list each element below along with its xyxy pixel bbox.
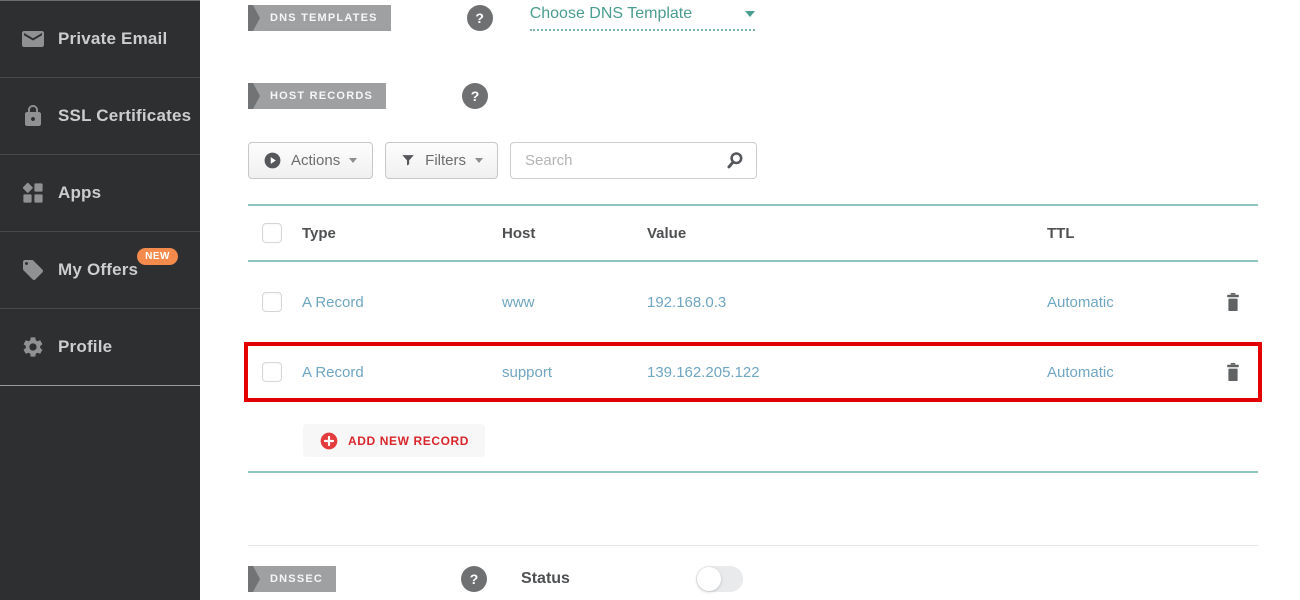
column-header-type: Type xyxy=(302,225,502,242)
record-value[interactable]: 139.162.205.122 xyxy=(647,364,1047,381)
record-value[interactable]: 192.168.0.3 xyxy=(647,294,1047,311)
sidebar-item-label: Apps xyxy=(58,183,101,203)
sidebar-item-label: Profile xyxy=(58,337,112,357)
plus-circle-icon xyxy=(319,431,339,451)
host-records-section-header: HOST RECORDS ? xyxy=(248,83,1258,109)
filters-button-label: Filters xyxy=(425,152,466,169)
chevron-down-icon xyxy=(475,158,483,163)
help-icon[interactable]: ? xyxy=(467,5,493,31)
sidebar-item-label: SSL Certificates xyxy=(58,106,191,126)
record-host[interactable]: www xyxy=(502,294,647,311)
actions-button[interactable]: Actions xyxy=(248,142,373,179)
filters-button[interactable]: Filters xyxy=(385,142,498,179)
record-ttl[interactable]: Automatic xyxy=(1047,364,1208,381)
search-box xyxy=(510,142,757,179)
record-type[interactable]: A Record xyxy=(302,364,502,381)
table-header-row: Type Host Value TTL xyxy=(248,204,1258,262)
highlight-annotation-box: A Record support 139.162.205.122 Automat… xyxy=(244,342,1262,402)
host-records-toolbar: Actions Filters xyxy=(248,142,1258,179)
search-input[interactable] xyxy=(525,152,724,169)
dnssec-status-label: Status xyxy=(521,570,570,588)
dnssec-toggle[interactable] xyxy=(696,566,743,592)
apps-grid-icon xyxy=(20,180,46,206)
host-records-table: Type Host Value TTL A Record www 192.168… xyxy=(248,204,1258,473)
column-header-host: Host xyxy=(502,225,647,242)
lock-icon xyxy=(20,103,46,129)
row-checkbox[interactable] xyxy=(262,292,282,312)
funnel-icon xyxy=(400,151,416,170)
trash-icon[interactable] xyxy=(1221,360,1245,384)
host-records-ribbon-label: HOST RECORDS xyxy=(248,83,386,109)
toggle-knob xyxy=(697,567,721,591)
dnssec-ribbon-label: DNSSEC xyxy=(248,566,336,592)
record-host[interactable]: support xyxy=(502,364,647,381)
trash-icon[interactable] xyxy=(1221,290,1245,314)
play-circle-icon xyxy=(263,151,282,170)
sidebar-item-profile[interactable]: Profile xyxy=(0,309,200,386)
sidebar-item-label: Private Email xyxy=(58,29,167,49)
search-icon[interactable] xyxy=(724,150,746,172)
dns-templates-section: DNS TEMPLATES ? Choose DNS Template xyxy=(248,5,1258,31)
row-checkbox[interactable] xyxy=(262,362,282,382)
actions-button-label: Actions xyxy=(291,152,340,169)
chevron-down-icon xyxy=(349,158,357,163)
sidebar-item-ssl-certificates[interactable]: SSL Certificates xyxy=(0,78,200,155)
help-icon[interactable]: ? xyxy=(461,566,487,592)
new-badge: NEW xyxy=(137,248,178,265)
sidebar-item-private-email[interactable]: Private Email xyxy=(0,1,200,78)
dropdown-value: Choose DNS Template xyxy=(530,5,692,23)
envelope-icon xyxy=(20,26,46,52)
gear-icon xyxy=(20,334,46,360)
main-content: DNS TEMPLATES ? Choose DNS Template HOST… xyxy=(200,0,1300,600)
choose-dns-template-dropdown[interactable]: Choose DNS Template xyxy=(530,5,755,31)
sidebar-item-apps[interactable]: Apps xyxy=(0,155,200,232)
sidebar-item-my-offers[interactable]: My Offers NEW xyxy=(0,232,200,309)
tag-icon xyxy=(20,257,46,283)
table-bottom-border xyxy=(248,471,1258,473)
column-header-value: Value xyxy=(647,225,1047,242)
record-type[interactable]: A Record xyxy=(302,294,502,311)
add-new-record-label: ADD NEW RECORD xyxy=(348,434,469,448)
sidebar: Private Email SSL Certificates Apps My O… xyxy=(0,0,200,600)
add-new-record-button[interactable]: ADD NEW RECORD xyxy=(303,424,485,457)
section-divider xyxy=(248,545,1258,546)
table-row: A Record support 139.162.205.122 Automat… xyxy=(248,360,1258,384)
dnssec-section: DNSSEC ? Status xyxy=(248,566,1258,592)
table-row: A Record www 192.168.0.3 Automatic xyxy=(248,262,1258,342)
record-ttl[interactable]: Automatic xyxy=(1047,294,1208,311)
chevron-down-icon xyxy=(745,11,755,17)
select-all-checkbox[interactable] xyxy=(262,223,282,243)
dns-templates-ribbon-label: DNS TEMPLATES xyxy=(248,5,391,31)
sidebar-item-label: My Offers xyxy=(58,260,138,280)
help-icon[interactable]: ? xyxy=(462,83,488,109)
column-header-ttl: TTL xyxy=(1047,225,1208,242)
